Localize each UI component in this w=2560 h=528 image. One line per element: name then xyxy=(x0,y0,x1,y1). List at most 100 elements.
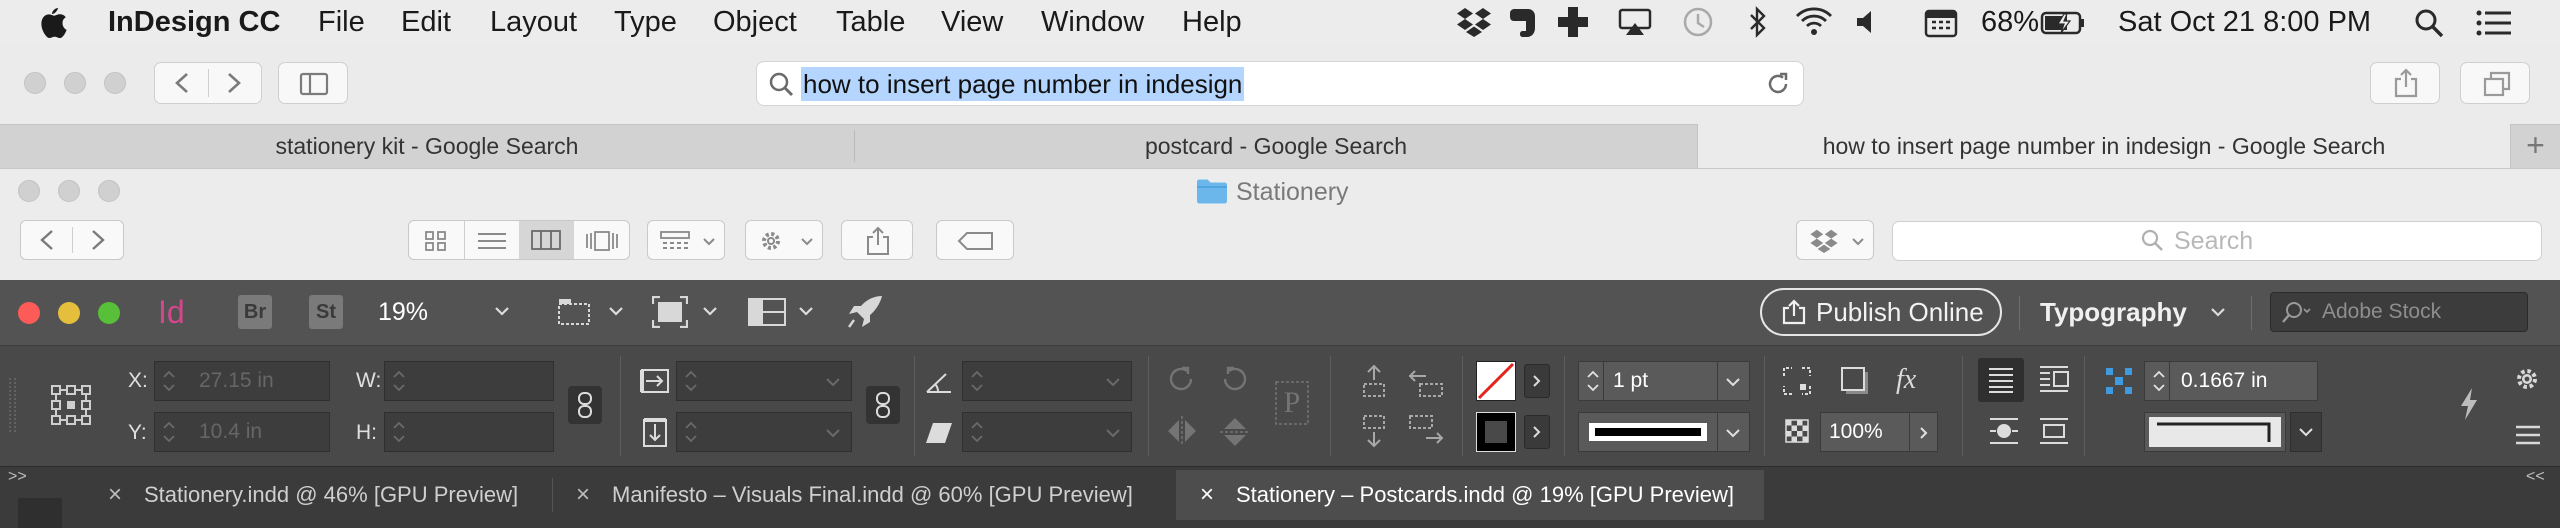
panel-expand-icon[interactable]: << xyxy=(2526,466,2545,488)
fill-swatch[interactable] xyxy=(1476,361,1516,401)
flip-horizontal-icon[interactable] xyxy=(1164,414,1200,448)
stepper-icon[interactable] xyxy=(683,366,699,396)
column-view-button[interactable] xyxy=(519,221,574,259)
y-position-field[interactable]: 10.4 in xyxy=(154,412,330,452)
rotate-clockwise-icon[interactable] xyxy=(1164,362,1198,396)
menu-edit[interactable]: Edit xyxy=(401,0,451,44)
bridge-button[interactable]: Br xyxy=(238,295,272,329)
stepper-icon[interactable] xyxy=(969,366,985,396)
panel-collapse-icon[interactable]: >> xyxy=(8,466,27,488)
app-zoom-button[interactable] xyxy=(98,302,120,324)
finder-share-button[interactable] xyxy=(841,220,913,260)
volume-icon[interactable] xyxy=(1855,9,1881,35)
constrain-scale-button[interactable] xyxy=(866,386,900,424)
select-next-object-icon[interactable] xyxy=(1406,414,1446,448)
browser-tab-active[interactable]: how to insert page number in indesign - … xyxy=(1697,124,2510,168)
stepper-icon[interactable] xyxy=(161,366,177,396)
height-field[interactable] xyxy=(384,412,554,452)
menu-help[interactable]: Help xyxy=(1182,0,1242,44)
scale-y-field[interactable] xyxy=(676,412,852,452)
arrange-documents-icon[interactable] xyxy=(748,298,786,326)
menu-object[interactable]: Object xyxy=(713,0,797,44)
panel-menu-icon[interactable] xyxy=(2514,424,2542,446)
document-tab-active[interactable]: × Stationery – Postcards.indd @ 19% [GPU… xyxy=(1176,470,1764,520)
shear-field[interactable] xyxy=(962,412,1132,452)
group-by-button[interactable] xyxy=(647,220,725,260)
clock[interactable]: Sat Oct 21 8:00 PM xyxy=(2118,0,2371,44)
app-minimize-button[interactable] xyxy=(58,302,80,324)
icon-view-icon[interactable] xyxy=(425,231,447,251)
back-arrow-icon[interactable] xyxy=(38,229,56,251)
flip-vertical-icon[interactable] xyxy=(1218,414,1252,450)
action-button[interactable] xyxy=(745,220,823,260)
chevron-down-icon[interactable] xyxy=(825,377,841,387)
cover-flow-icon[interactable] xyxy=(585,231,619,251)
select-content-icon[interactable] xyxy=(1358,414,1390,448)
wifi-icon[interactable] xyxy=(1795,6,1833,36)
stepper-icon[interactable] xyxy=(391,366,407,396)
stepper-icon[interactable] xyxy=(161,417,177,447)
panel-grip-icon[interactable] xyxy=(8,376,18,436)
menu-file[interactable]: File xyxy=(318,0,365,44)
finder-zoom-button[interactable] xyxy=(98,180,120,202)
gear-icon[interactable] xyxy=(2514,366,2540,392)
chevron-down-icon[interactable] xyxy=(1105,377,1121,387)
browser-tab[interactable]: stationery kit - Google Search xyxy=(0,124,854,168)
browser-zoom-button[interactable] xyxy=(104,72,126,94)
x-position-field[interactable]: 27.15 in xyxy=(154,361,330,401)
chevron-down-icon[interactable] xyxy=(494,306,510,316)
browser-tab[interactable]: postcard - Google Search xyxy=(855,124,1697,168)
menu-table[interactable]: Table xyxy=(836,0,905,44)
screen-mode-icon[interactable] xyxy=(652,296,688,328)
spotlight-icon[interactable] xyxy=(2414,8,2444,38)
plus-cross-icon[interactable] xyxy=(1556,5,1590,39)
chevron-right-icon[interactable] xyxy=(1919,426,1929,440)
scale-x-field[interactable] xyxy=(676,361,852,401)
back-arrow-icon[interactable] xyxy=(173,72,191,94)
chevron-down-icon[interactable] xyxy=(2210,307,2226,317)
reference-point-icon[interactable] xyxy=(50,384,92,426)
browser-close-button[interactable] xyxy=(24,72,46,94)
document-tab[interactable]: × Manifesto – Visuals Final.indd @ 60% [… xyxy=(564,470,1170,520)
close-tab-icon[interactable]: × xyxy=(1200,470,1214,520)
tab-overview-button[interactable] xyxy=(2460,62,2530,104)
finder-minimize-button[interactable] xyxy=(58,180,80,202)
select-container-icon[interactable] xyxy=(1358,364,1390,398)
fill-menu-button[interactable] xyxy=(1524,364,1550,398)
workspace-switcher[interactable]: Typography xyxy=(2040,294,2187,330)
apple-logo-icon[interactable] xyxy=(38,6,68,38)
indesign-logo[interactable]: Id xyxy=(158,292,185,332)
menu-view[interactable]: View xyxy=(941,0,1003,44)
publish-rocket-icon[interactable] xyxy=(846,294,884,330)
chevron-down-icon[interactable] xyxy=(825,428,841,438)
time-machine-icon[interactable] xyxy=(1682,6,1714,38)
reload-icon[interactable] xyxy=(1764,70,1792,98)
notification-center-icon[interactable] xyxy=(2476,10,2512,36)
rotation-field[interactable] xyxy=(962,361,1132,401)
stroke-type-dropdown[interactable] xyxy=(1578,412,1750,452)
quick-apply-lightning-icon[interactable] xyxy=(2458,386,2480,422)
zoom-level[interactable]: 19% xyxy=(378,296,428,328)
browser-minimize-button[interactable] xyxy=(64,72,86,94)
new-tab-button[interactable]: + xyxy=(2510,124,2560,168)
share-button[interactable] xyxy=(2370,62,2440,104)
frame-fitting-menu-button[interactable] xyxy=(2290,412,2322,452)
menu-window[interactable]: Window xyxy=(1041,0,1144,44)
rotate-counterclockwise-icon[interactable] xyxy=(1218,362,1252,396)
chevron-down-icon[interactable] xyxy=(608,306,624,316)
effects-fx-icon[interactable]: fx xyxy=(1896,362,1916,398)
stepper-icon[interactable] xyxy=(2151,366,2167,396)
chevron-down-icon[interactable] xyxy=(702,306,718,316)
stepper-icon[interactable] xyxy=(1585,366,1601,396)
sidebar-toggle-button[interactable] xyxy=(278,62,348,104)
chevron-down-icon[interactable] xyxy=(1725,428,1741,438)
address-bar-text[interactable]: how to insert page number in indesign xyxy=(801,67,1245,101)
text-wrap-none-button[interactable] xyxy=(1978,358,2024,402)
constrain-proportions-button[interactable] xyxy=(568,386,602,424)
forward-arrow-icon[interactable] xyxy=(225,72,243,94)
stock-button[interactable]: St xyxy=(309,295,343,329)
bluetooth-icon[interactable] xyxy=(1748,6,1768,38)
drop-shadow-icon[interactable] xyxy=(1840,366,1870,396)
stepper-icon[interactable] xyxy=(683,417,699,447)
finder-dropbox-button[interactable] xyxy=(1796,220,1874,260)
